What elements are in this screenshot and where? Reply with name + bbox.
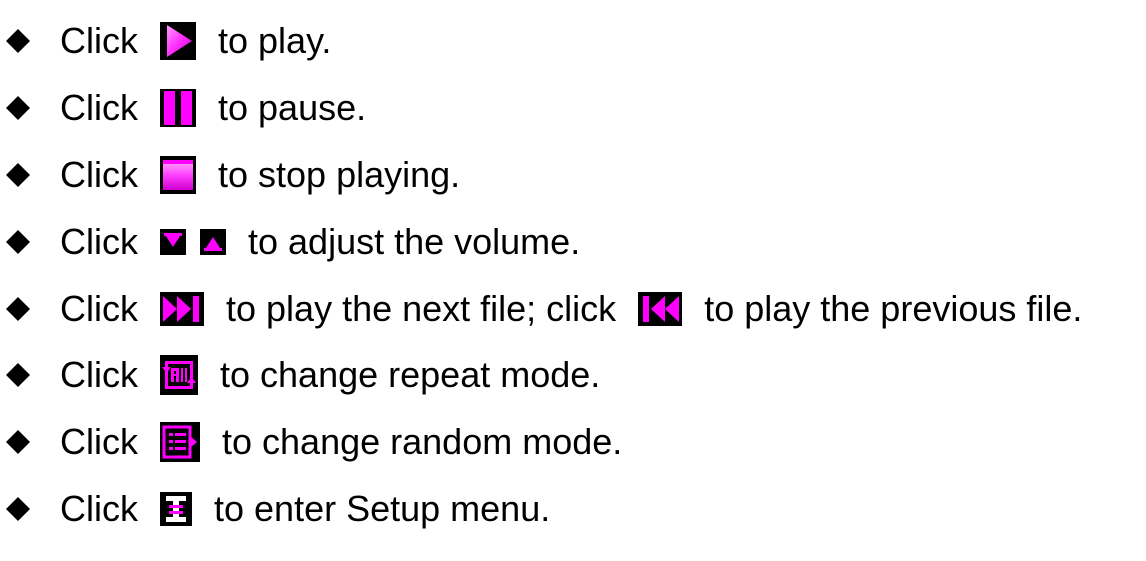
click-label: Click	[60, 154, 138, 195]
random-mode-icon	[160, 422, 200, 462]
list-item: Click to change random mode.	[0, 417, 622, 467]
click-label: Click	[60, 87, 138, 128]
pause-icon	[160, 89, 196, 127]
diamond-bullet-icon	[6, 230, 30, 254]
item-text: to play the next file; click	[226, 288, 617, 329]
diamond-bullet-icon	[6, 363, 30, 387]
list-item: Click to change repeat mode.	[0, 350, 600, 400]
list-item: Click to play.	[0, 16, 331, 66]
setup-menu-icon	[160, 492, 192, 526]
next-track-icon	[160, 292, 204, 326]
click-label: Click	[60, 488, 138, 529]
repeat-all-icon	[160, 355, 198, 395]
volume-up-icon	[200, 229, 226, 255]
list-item: Click to play the next file; click to pl…	[0, 284, 1082, 334]
click-label: Click	[60, 20, 138, 61]
item-text: to adjust the volume.	[248, 221, 581, 262]
item-text: to change repeat mode.	[220, 354, 601, 395]
diamond-bullet-icon	[6, 163, 30, 187]
list-item: Click to stop playing.	[0, 150, 460, 200]
diamond-bullet-icon	[6, 430, 30, 454]
click-label: Click	[60, 288, 138, 329]
item-text: to change random mode.	[222, 421, 623, 462]
click-label: Click	[60, 421, 138, 462]
diamond-bullet-icon	[6, 297, 30, 321]
volume-down-icon	[160, 229, 186, 255]
click-label: Click	[60, 354, 138, 395]
item-text: to play.	[218, 20, 332, 61]
previous-track-icon	[638, 292, 683, 326]
item-text: to pause.	[218, 87, 367, 128]
diamond-bullet-icon	[6, 96, 30, 120]
click-label: Click	[60, 221, 138, 262]
item-text: to stop playing.	[218, 154, 461, 195]
play-icon	[160, 22, 196, 60]
list-item: Click to enter Setup menu.	[0, 484, 550, 534]
item-text: to enter Setup menu.	[214, 488, 551, 529]
item-text-2: to play the previous file.	[704, 288, 1083, 329]
stop-icon	[160, 156, 196, 194]
diamond-bullet-icon	[6, 497, 30, 521]
list-item: Click to pause.	[0, 83, 366, 133]
diamond-bullet-icon	[6, 29, 30, 53]
list-item: Click to adjust the volume.	[0, 217, 580, 267]
